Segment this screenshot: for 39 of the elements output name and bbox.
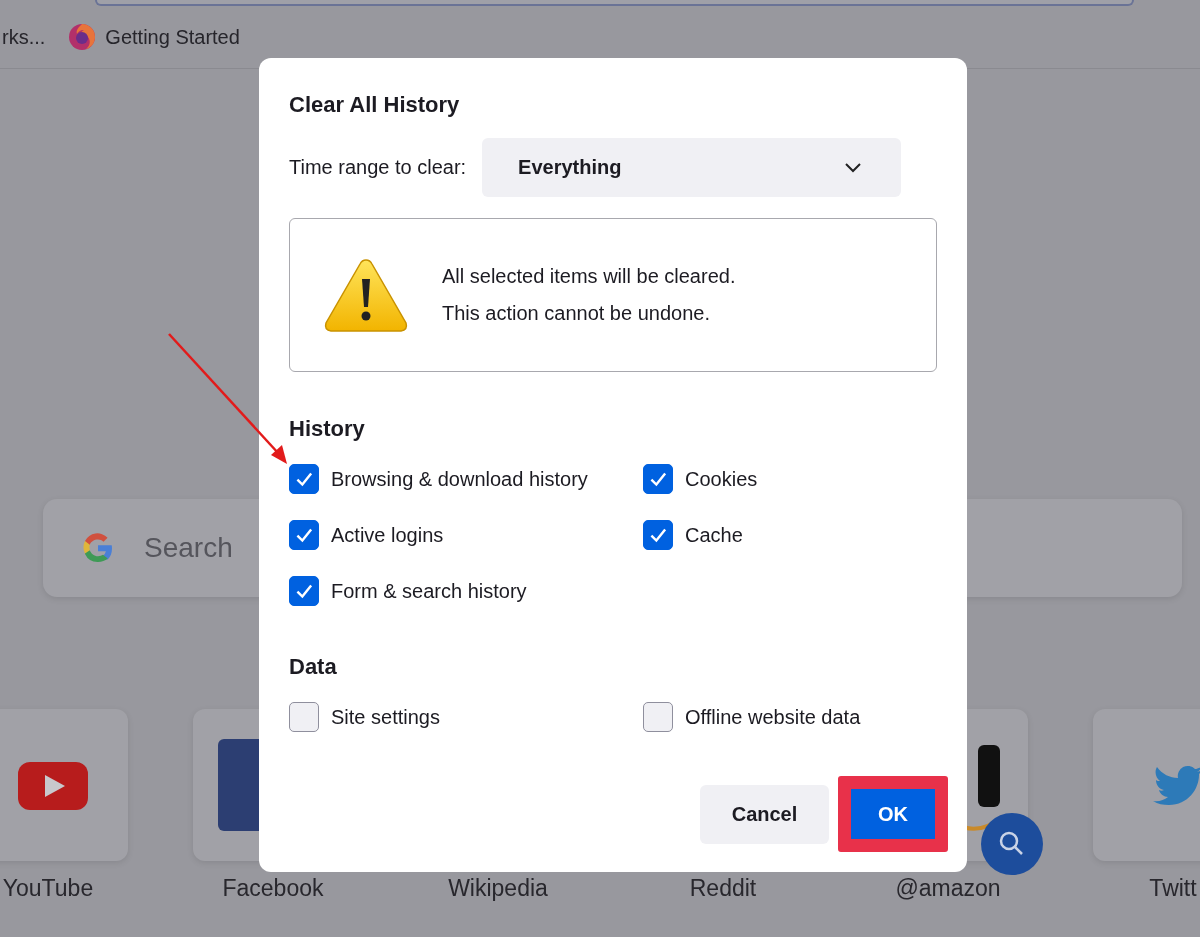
search-placeholder: Search xyxy=(144,532,233,564)
play-button-icon xyxy=(18,760,88,810)
bird-icon xyxy=(1153,765,1200,805)
shortcut-label: Twitt xyxy=(1149,875,1197,902)
time-range-label: Time range to clear: xyxy=(289,156,467,179)
checkbox[interactable] xyxy=(289,520,319,550)
cancel-button[interactable]: Cancel xyxy=(700,784,829,844)
checkbox-label[interactable]: Browsing & download history xyxy=(331,467,588,491)
checkbox[interactable] xyxy=(643,464,673,494)
checkbox[interactable] xyxy=(643,702,673,732)
section-heading: History xyxy=(289,416,366,442)
warning-text: All selected items will be cleared. xyxy=(442,264,736,289)
checkbox-label[interactable]: Cookies xyxy=(685,467,758,491)
checkbox-label[interactable]: Active logins xyxy=(331,523,444,547)
shortcut-label: YouTube xyxy=(2,875,94,902)
shortcut-label: @amazon xyxy=(895,875,1001,902)
firefox-icon xyxy=(67,22,98,52)
checkbox-label[interactable]: Offline website data xyxy=(685,705,861,729)
section-heading: Data xyxy=(289,654,338,680)
checkbox[interactable] xyxy=(289,464,319,494)
ok-button[interactable]: OK xyxy=(851,789,935,839)
checkbox-label[interactable]: Form & search history xyxy=(331,579,527,603)
search-icon[interactable] xyxy=(981,813,1043,875)
shortcut-tile[interactable] xyxy=(0,709,128,861)
checkbox[interactable] xyxy=(289,702,319,732)
bookmark-link[interactable]: Getting Started xyxy=(105,25,240,49)
checkbox-label[interactable]: Cache xyxy=(685,523,743,547)
checkbox[interactable] xyxy=(643,520,673,550)
shortcut-label: Facebook xyxy=(222,875,324,902)
warning-text: This action cannot be undone. xyxy=(442,301,711,326)
warning-icon xyxy=(324,257,408,333)
bookmark-link[interactable]: rks... xyxy=(2,25,46,49)
shortcut-label: Reddit xyxy=(689,875,757,902)
chevron-down-icon xyxy=(845,162,862,173)
checkbox-label[interactable]: Site settings xyxy=(331,705,440,729)
time-range-dropdown[interactable]: Everything xyxy=(482,138,902,197)
dialog-title: Clear All History xyxy=(289,92,461,119)
shortcut-label: Wikipedia xyxy=(448,875,548,902)
checkbox[interactable] xyxy=(289,576,319,606)
